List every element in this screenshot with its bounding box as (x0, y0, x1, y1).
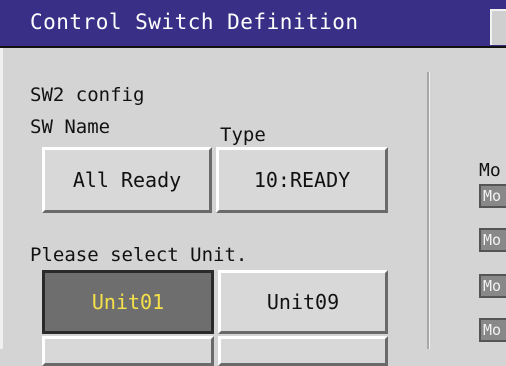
config-heading: SW2 config (30, 84, 145, 106)
unit-button-unit01[interactable]: Unit01 (42, 270, 214, 334)
side-item-1[interactable]: Mo (479, 184, 506, 208)
type-label: Type (220, 124, 266, 146)
title-bar: Control Switch Definition (0, 0, 506, 48)
unit-button-label: Unit01 (91, 290, 165, 314)
side-item-4[interactable]: Mo (479, 318, 506, 342)
unit-prompt: Please select Unit. (30, 244, 248, 266)
unit-button-row2-right[interactable] (218, 336, 388, 366)
sw-name-label: SW Name (30, 116, 111, 138)
sw-name-button[interactable]: All Ready (42, 147, 212, 213)
unit-button-row2-left[interactable] (42, 336, 214, 366)
unit-button-label: Unit09 (266, 290, 340, 314)
window-title: Control Switch Definition (30, 10, 359, 34)
type-button[interactable]: 10:READY (216, 147, 388, 213)
unit-button-unit09[interactable]: Unit09 (218, 270, 388, 334)
side-panel-label: Mo (479, 160, 501, 181)
side-item-2[interactable]: Mo (479, 228, 506, 252)
type-value: 10:READY (253, 168, 351, 192)
panel-divider (427, 72, 430, 349)
sw-name-value: All Ready (72, 168, 182, 192)
side-item-3[interactable]: Mo (479, 274, 506, 298)
title-bar-button[interactable] (490, 9, 506, 45)
